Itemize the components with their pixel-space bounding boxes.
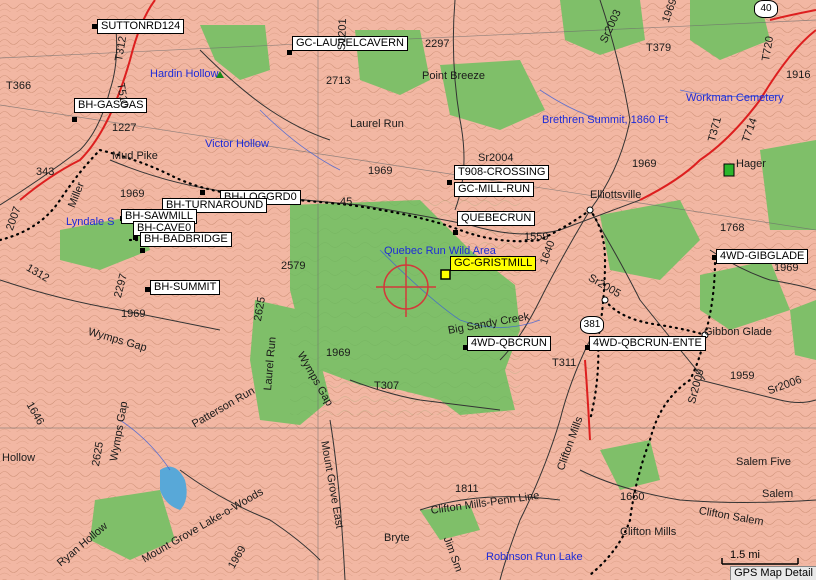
- road-t307: T307: [374, 380, 400, 392]
- elev-343: 343: [36, 166, 55, 178]
- elev-1969-b: 1969: [368, 165, 393, 177]
- elev-1969-a: 1969: [120, 188, 145, 200]
- elev-1916: 1916: [786, 69, 811, 81]
- elev-1969-f: 1969: [774, 262, 799, 274]
- waypoint-bh-summit[interactable]: BH-SUMMIT: [150, 280, 221, 295]
- place-hager: Hager: [736, 158, 766, 170]
- map-detail-status: GPS Map Detail: [730, 566, 816, 580]
- waypoint-bh-gasgas[interactable]: BH-GASGAS: [74, 98, 148, 113]
- waypoint-bh-badbridge[interactable]: BH-BADBRIDGE: [140, 232, 232, 247]
- waypoint-gc-laurelcavern[interactable]: GC-LAURELCAVERN: [292, 36, 408, 51]
- elev-1559: 1559: [524, 231, 549, 243]
- waypoint-gc-gristmill[interactable]: GC-GRISTMILL: [450, 256, 537, 271]
- waypoint-t908-crossing[interactable]: T908-CROSSING: [454, 165, 550, 180]
- road-s1201: S1201: [336, 18, 350, 51]
- road-t366: T366: [6, 80, 32, 92]
- route-shield-381: 381: [580, 316, 604, 334]
- place-brethren-summit: Brethren Summit, 1860 Ft: [542, 114, 668, 126]
- place-laurel-run: Laurel Run: [350, 118, 404, 130]
- place-quebec-run-wild-area: Quebec Run Wild Area: [384, 245, 496, 257]
- road-45: 45: [340, 196, 353, 208]
- elev-2297: 2297: [425, 38, 450, 50]
- elev-1811: 1811: [455, 483, 479, 495]
- place-victor-hollow: Victor Hollow: [205, 138, 269, 150]
- elev-1650: 1650: [620, 491, 645, 503]
- place-lyndale: Lyndale S: [66, 216, 115, 228]
- road-t379: T379: [646, 42, 672, 54]
- elev-1768: 1768: [720, 222, 745, 234]
- gps-map-view[interactable]: SUTTONRD124 GC-LAURELCAVERN BH-GASGAS T9…: [0, 0, 816, 580]
- place-hardin-hollow: Hardin Hollow: [150, 68, 219, 80]
- elev-1969-e: 1969: [326, 347, 351, 359]
- waypoint-4wd-qbcrun[interactable]: 4WD-QBCRUN: [467, 336, 551, 351]
- scale-label: 1.5 mi: [730, 549, 760, 561]
- place-salem: Salem: [762, 488, 794, 500]
- place-clifton-mills-2: Clifton Mills: [620, 526, 677, 538]
- hager-marker: [723, 163, 735, 177]
- waypoint-4wd-qbcrun-ente[interactable]: 4WD-QBCRUN-ENTE: [589, 336, 706, 351]
- place-robinson-run-lake: Robinson Run Lake: [486, 551, 583, 563]
- place-bryte: Bryte: [384, 532, 410, 544]
- waypoint-quebecrun[interactable]: QUEBECRUN: [457, 211, 536, 226]
- road-t311: T311: [552, 357, 577, 369]
- elev-2713: 2713: [326, 75, 351, 87]
- elev-1969-d: 1969: [121, 308, 146, 320]
- waypoint-gc-mill-run[interactable]: GC-MILL-RUN: [454, 182, 535, 197]
- place-workman-cemetery: Workman Cemetery: [686, 92, 784, 104]
- place-hollow: Hollow: [2, 452, 36, 464]
- elev-1227: 1227: [112, 122, 137, 134]
- road-sr2004: Sr2004: [478, 152, 514, 164]
- place-mud-pike: Mud Pike: [112, 150, 158, 162]
- elev-1969-c: 1969: [632, 158, 657, 170]
- place-salem-five: Salem Five: [736, 456, 792, 468]
- place-point-breeze: Point Breeze: [422, 70, 485, 82]
- route-shield-40: 40: [754, 0, 778, 18]
- place-elliottsville: Elliottsville: [590, 189, 642, 201]
- place-gibbon-glade: Gibbon Glade: [704, 326, 772, 338]
- waypoint-suttonrd124[interactable]: SUTTONRD124: [97, 19, 185, 34]
- elev-1959: 1959: [730, 370, 755, 382]
- gristmill-marker: [440, 269, 451, 280]
- elev-2579: 2579: [281, 260, 306, 272]
